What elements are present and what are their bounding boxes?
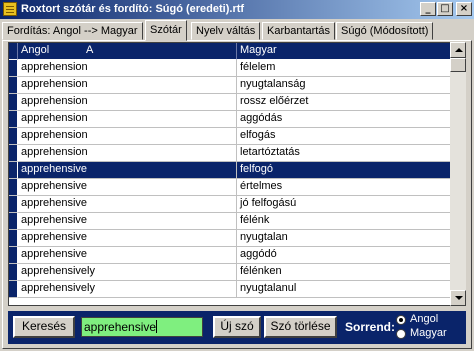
english-cell[interactable]: apprehension [18, 60, 237, 77]
new-word-button[interactable]: Új szó [213, 316, 261, 338]
order-radio-english[interactable]: Angol [396, 313, 466, 327]
row-indicator[interactable] [9, 213, 18, 230]
app-window: Roxtort szótár és fordító: Súgó (eredeti… [0, 0, 474, 351]
grid-header: Angol A Magyar [9, 43, 451, 60]
row-indicator[interactable] [9, 145, 18, 162]
hungarian-cell[interactable]: felfogó [237, 162, 451, 179]
minimize-button[interactable]: _ [420, 2, 436, 16]
table-row[interactable]: apprehension letartóztatás [9, 145, 451, 162]
table-row[interactable]: apprehensively félénken [9, 264, 451, 281]
radio-unchecked-icon [396, 329, 406, 339]
tab-language-switch[interactable]: Nyelv váltás [191, 22, 261, 40]
vertical-scrollbar[interactable] [450, 42, 466, 306]
maximize-button[interactable]: □ [437, 2, 453, 16]
order-option-hungarian-label: Magyar [410, 327, 447, 339]
hungarian-cell[interactable]: rossz előérzet [237, 94, 451, 111]
scroll-thumb[interactable] [450, 58, 466, 72]
hungarian-cell[interactable]: félelem [237, 60, 451, 77]
english-cell[interactable]: apprehension [18, 145, 237, 162]
hungarian-cell[interactable]: jó felfogású [237, 196, 451, 213]
scroll-up-arrow-icon[interactable] [450, 42, 466, 58]
column-header-english-label: Angol [21, 44, 50, 56]
hungarian-cell[interactable]: letartóztatás [237, 145, 451, 162]
hungarian-cell[interactable]: nyugtalanul [237, 281, 451, 298]
hungarian-cell[interactable]: aggódás [237, 111, 451, 128]
table-row[interactable]: apprehension aggódás [9, 111, 451, 128]
tab-dictionary[interactable]: Szótár [145, 20, 187, 41]
table-row[interactable]: apprehensive félénk [9, 213, 451, 230]
row-indicator[interactable] [9, 196, 18, 213]
row-indicator[interactable] [9, 162, 18, 179]
table-row[interactable]: apprehensive nyugtalan [9, 230, 451, 247]
row-indicator[interactable] [9, 179, 18, 196]
english-cell[interactable]: apprehension [18, 77, 237, 94]
english-cell[interactable]: apprehensive [18, 196, 237, 213]
hungarian-cell[interactable]: nyugtalanság [237, 77, 451, 94]
tab-bar: Fordítás: Angol --> Magyar Szótár Nyelv … [0, 20, 474, 41]
row-indicator[interactable] [9, 60, 18, 77]
table-row[interactable]: apprehension félelem [9, 60, 451, 77]
order-radio-hungarian[interactable]: Magyar [396, 327, 466, 341]
english-cell[interactable]: apprehension [18, 94, 237, 111]
close-button[interactable]: × [456, 2, 472, 16]
hungarian-cell[interactable]: félénk [237, 213, 451, 230]
radio-checked-icon [396, 315, 406, 325]
table-row[interactable]: apprehensive értelmes [9, 179, 451, 196]
table-row[interactable]: apprehensively nyugtalanul [9, 281, 451, 298]
text-caret [156, 320, 158, 333]
tab-help[interactable]: Súgó (Módosított) [336, 22, 434, 40]
english-cell[interactable]: apprehensively [18, 264, 237, 281]
table-row[interactable]: apprehension rossz előérzet [9, 94, 451, 111]
dictionary-grid[interactable]: Angol A Magyar apprehension félelem apprehe… [8, 42, 452, 306]
table-row[interactable]: apprehension nyugtalanság [9, 77, 451, 94]
english-cell[interactable]: apprehension [18, 111, 237, 128]
bottom-toolbar: Keresés apprehensive Új szó Szó törlése … [8, 311, 466, 344]
english-cell[interactable]: apprehensive [18, 230, 237, 247]
row-indicator[interactable] [9, 247, 18, 264]
hungarian-cell[interactable]: elfogás [237, 128, 451, 145]
dictionary-icon [3, 2, 17, 16]
tab-maintenance[interactable]: Karbantartás [262, 22, 335, 40]
english-cell[interactable]: apprehensive [18, 162, 237, 179]
table-row[interactable]: apprehensive aggódó [9, 247, 451, 264]
row-indicator[interactable] [9, 128, 18, 145]
order-label: Sorrend: [345, 320, 396, 334]
english-cell[interactable]: apprehensive [18, 179, 237, 196]
title-bar[interactable]: Roxtort szótár és fordító: Súgó (eredeti… [0, 0, 474, 19]
sort-indicator: A [86, 44, 94, 56]
english-cell[interactable]: apprehensive [18, 213, 237, 230]
row-indicator[interactable] [9, 111, 18, 128]
row-indicator[interactable] [9, 94, 18, 111]
row-indicator[interactable] [9, 264, 18, 281]
column-header-hungarian[interactable]: Magyar [237, 43, 451, 60]
row-indicator[interactable] [9, 230, 18, 247]
table-row[interactable]: apprehensive jó felfogású [9, 196, 451, 213]
row-indicator[interactable] [9, 77, 18, 94]
search-input-value: apprehensive [84, 320, 157, 334]
column-header-english[interactable]: Angol A [18, 43, 237, 60]
table-row[interactable]: apprehensive felfogó [9, 162, 451, 179]
hungarian-cell[interactable]: aggódó [237, 247, 451, 264]
table-row[interactable]: apprehension elfogás [9, 128, 451, 145]
scroll-down-arrow-icon[interactable] [450, 290, 466, 306]
delete-word-button[interactable]: Szó törlése [264, 316, 337, 338]
row-indicator[interactable] [9, 281, 18, 298]
window-title: Roxtort szótár és fordító: Súgó (eredeti… [21, 3, 245, 15]
order-option-english-label: Angol [410, 313, 439, 325]
hungarian-cell[interactable]: értelmes [237, 179, 451, 196]
tab-translation[interactable]: Fordítás: Angol --> Magyar [2, 22, 143, 40]
search-button[interactable]: Keresés [13, 316, 75, 338]
english-cell[interactable]: apprehensively [18, 281, 237, 298]
english-cell[interactable]: apprehensive [18, 247, 237, 264]
search-input[interactable]: apprehensive [81, 317, 203, 337]
header-indicator [9, 43, 18, 60]
hungarian-cell[interactable]: nyugtalan [237, 230, 451, 247]
hungarian-cell[interactable]: félénken [237, 264, 451, 281]
english-cell[interactable]: apprehension [18, 128, 237, 145]
